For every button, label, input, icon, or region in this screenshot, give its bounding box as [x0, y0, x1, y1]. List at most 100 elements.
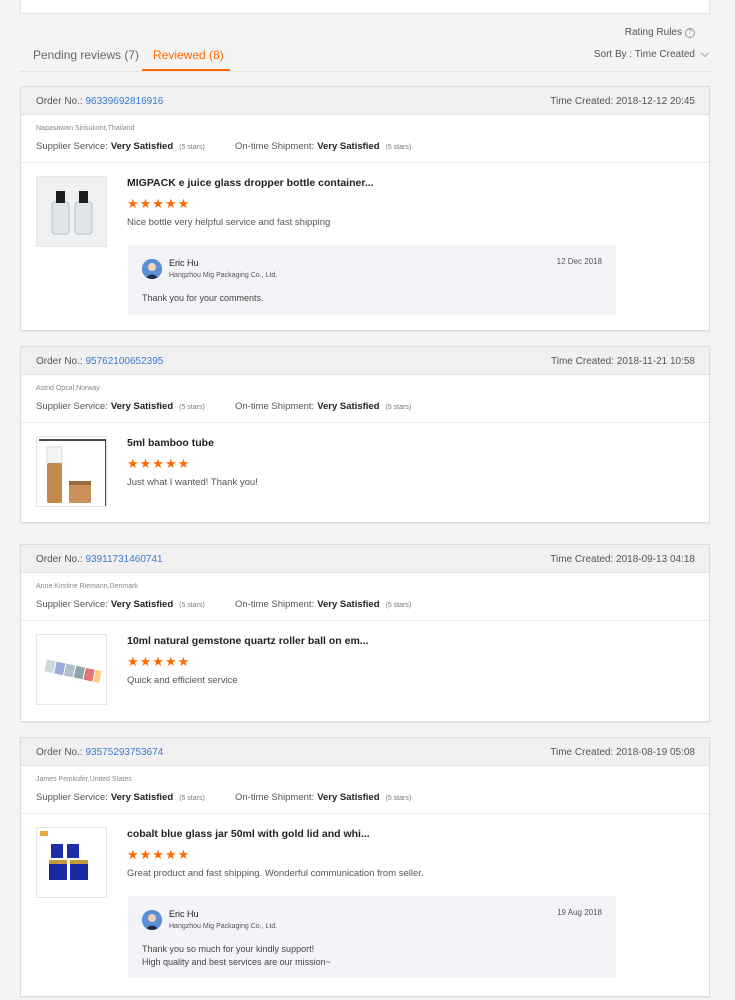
- tab-reviewed[interactable]: Reviewed (8): [153, 48, 224, 62]
- time-created: Time Created: 2018-08-19 05:08: [550, 747, 695, 758]
- supplier-service-stars: (5 stars): [179, 144, 205, 151]
- order-number-link[interactable]: 93911731460741: [85, 554, 162, 565]
- shipment-rating: On-time Shipment: Very Satisfied (5 stars): [235, 599, 411, 610]
- buyer-name: Anne Kirstine Riemann,Denmark: [36, 583, 138, 590]
- time-created-value: 2018-09-13 04:18: [616, 554, 695, 565]
- review-meta: James Peinkofer,United States Supplier S…: [21, 766, 709, 814]
- sort-dropdown[interactable]: Sort By : Time Created: [593, 48, 710, 60]
- reply-text: Thank you for your comments.: [142, 293, 264, 303]
- time-created-value: 2018-08-19 05:08: [616, 747, 695, 758]
- shipment-stars: (5 stars): [385, 404, 412, 411]
- order-number: Order No.: 93911731460741: [36, 554, 163, 565]
- shipment-rating: On-time Shipment: Very Satisfied (5 stars): [235, 401, 411, 412]
- review-comment: Nice bottle very helpful service and fas…: [127, 217, 331, 228]
- product-title-link[interactable]: 5ml bamboo tube: [127, 437, 214, 449]
- card-header: Order No.: 96339692816916 Time Created: …: [21, 87, 709, 115]
- supplier-service-rating: Supplier Service: Very Satisfied (5 stars): [36, 792, 205, 803]
- review-comment: Just what I wanted! Thank you!: [127, 477, 258, 488]
- rating-rules-label: Rating Rules: [624, 27, 682, 38]
- supplier-service-stars: (5 stars): [179, 404, 205, 411]
- time-created: Time Created: 2018-12-12 20:45: [550, 96, 695, 107]
- reply-text-line: Thank you so much for your kindly suppor…: [142, 944, 315, 954]
- shipment-stars: (5 stars): [385, 144, 412, 151]
- help-icon[interactable]: ?: [685, 27, 695, 38]
- shipment-stars: (5 stars): [385, 602, 412, 609]
- review-tabs: Pending reviews (7) Reviewed (8) Sort By…: [20, 40, 710, 72]
- supplier-service-label: Supplier Service:: [36, 599, 108, 610]
- shipment-value: Very Satisfied: [317, 599, 380, 610]
- shipment-rating: On-time Shipment: Very Satisfied (5 stars): [235, 792, 411, 803]
- order-number-link[interactable]: 96339692816916: [85, 96, 163, 107]
- shipment-label: On-time Shipment:: [235, 141, 315, 152]
- reply-company: Hangzhou Mig Packaging Co., Ltd.: [169, 272, 278, 279]
- product-title-link[interactable]: cobalt blue glass jar 50ml with gold lid…: [127, 828, 370, 840]
- reply-date: 12 Dec 2018: [556, 257, 602, 266]
- shipment-label: On-time Shipment:: [235, 599, 315, 610]
- time-created-label: Time Created:: [550, 554, 614, 565]
- shipment-label: On-time Shipment:: [235, 792, 315, 803]
- product-thumbnail[interactable]: [36, 436, 107, 507]
- shipment-label: On-time Shipment:: [235, 401, 315, 412]
- shipment-value: Very Satisfied: [317, 401, 380, 412]
- review-meta: Anne Kirstine Riemann,Denmark Supplier S…: [21, 573, 709, 621]
- time-created: Time Created: 2018-09-13 04:18: [550, 554, 695, 565]
- buyer-name: Napasawan Sirisukont,Thailand: [36, 125, 135, 132]
- product-thumbnail[interactable]: [36, 827, 107, 898]
- supplier-reply: Eric Hu Hangzhou Mig Packaging Co., Ltd.…: [128, 245, 616, 315]
- product-title-link[interactable]: 10ml natural gemstone quartz roller ball…: [127, 635, 369, 647]
- star-rating: ★★★★★: [127, 847, 191, 862]
- review-meta: Astrid Opsal,Norway Supplier Service: Ver…: [21, 375, 709, 423]
- avatar: [142, 259, 162, 279]
- reply-author: Eric Hu: [169, 258, 199, 268]
- shipment-rating: On-time Shipment: Very Satisfied (5 stars): [235, 141, 411, 152]
- chevron-down-icon: [700, 48, 710, 57]
- rating-rules-link[interactable]: Rating Rules ?: [625, 27, 695, 38]
- star-rating: ★★★★★: [127, 654, 191, 669]
- time-created-label: Time Created:: [551, 356, 614, 367]
- time-created-value: 2018-12-12 20:45: [616, 96, 695, 107]
- order-number-link[interactable]: 95762100652395: [85, 356, 163, 367]
- supplier-service-value: Very Satisfied: [110, 141, 174, 152]
- buyer-name: Astrid Opsal,Norway: [36, 385, 100, 392]
- supplier-service-label: Supplier Service:: [36, 401, 108, 412]
- card-header: Order No.: 93911731460741 Time Created: …: [21, 545, 709, 573]
- supplier-service-value: Very Satisfied: [110, 599, 174, 610]
- time-created-label: Time Created:: [550, 96, 614, 107]
- supplier-service-value: Very Satisfied: [110, 792, 174, 803]
- order-no-label: Order No.:: [36, 96, 83, 107]
- order-number-link[interactable]: 93575293753674: [85, 747, 163, 758]
- avatar: [142, 910, 162, 930]
- card-header: Order No.: 95762100652395 Time Created: …: [21, 347, 709, 375]
- time-created-label: Time Created:: [550, 747, 614, 758]
- review-comment: Quick and efficient service: [127, 675, 238, 686]
- sort-label: Sort By : Time Created: [593, 49, 695, 60]
- reply-date: 19 Aug 2018: [557, 908, 602, 917]
- product-thumbnail[interactable]: [36, 176, 107, 247]
- product-title-link[interactable]: MIGPACK e juice glass dropper bottle con…: [127, 177, 374, 189]
- supplier-reply: Eric Hu Hangzhou Mig Packaging Co., Ltd.…: [128, 896, 616, 978]
- previous-section-strip: [20, 0, 710, 14]
- card-header: Order No.: 93575293753674 Time Created: …: [21, 738, 709, 766]
- buyer-name: James Peinkofer,United States: [36, 776, 132, 783]
- review-comment: Great product and fast shipping. Wonderf…: [127, 868, 424, 879]
- supplier-service-stars: (5 stars): [179, 795, 205, 802]
- order-number: Order No.: 96339692816916: [36, 96, 163, 107]
- review-card: Order No.: 93575293753674 Time Created: …: [20, 737, 710, 997]
- reply-company: Hangzhou Mig Packaging Co., Ltd.: [169, 923, 278, 930]
- active-tab-indicator: [142, 69, 230, 71]
- order-number: Order No.: 95762100652395: [36, 356, 163, 367]
- order-no-label: Order No.:: [36, 747, 83, 758]
- tab-pending-reviews[interactable]: Pending reviews (7): [33, 48, 139, 62]
- shipment-value: Very Satisfied: [317, 141, 380, 152]
- reply-author: Eric Hu: [169, 909, 199, 919]
- supplier-service-label: Supplier Service:: [36, 792, 108, 803]
- shipment-value: Very Satisfied: [317, 792, 380, 803]
- star-rating: ★★★★★: [127, 196, 191, 211]
- reply-text-line: High quality and best services are our m…: [142, 957, 331, 967]
- review-card: Order No.: 96339692816916 Time Created: …: [20, 86, 710, 331]
- product-thumbnail[interactable]: [36, 634, 107, 705]
- supplier-service-label: Supplier Service:: [36, 141, 108, 152]
- order-no-label: Order No.:: [36, 554, 83, 565]
- shipment-stars: (5 stars): [385, 795, 412, 802]
- order-number: Order No.: 93575293753674: [36, 747, 163, 758]
